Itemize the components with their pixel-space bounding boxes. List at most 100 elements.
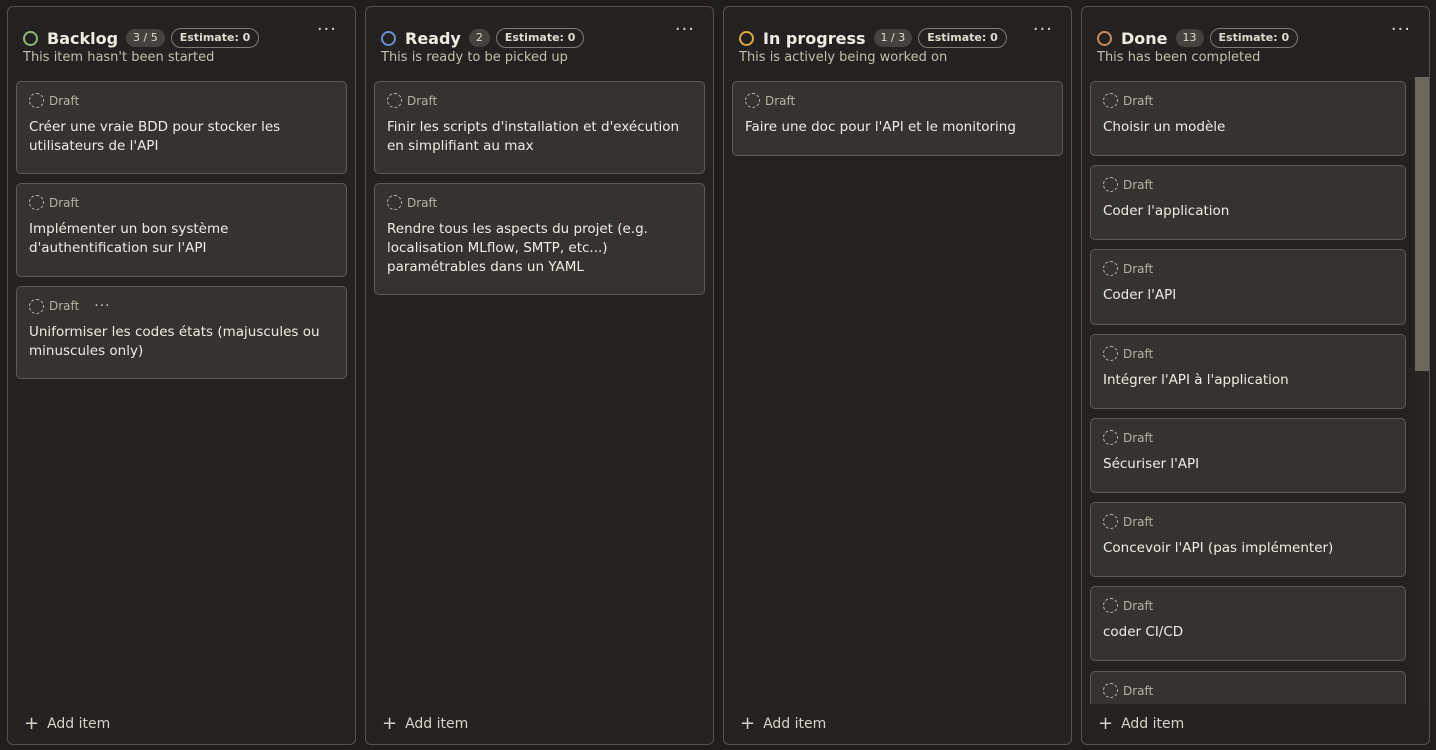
column-header: Backlog 3 / 5 Estimate: 0 [23,26,345,50]
plus-icon: + [382,713,398,734]
draft-label: Draft [1123,598,1154,613]
draft-circle-icon [1103,430,1118,445]
status-circle-icon [23,30,38,46]
card-item[interactable]: Draft [1090,671,1406,704]
draft-circle-icon [29,195,44,210]
status-circle-icon [739,30,754,46]
card-title[interactable]: Coder l'API [1103,286,1393,305]
card-title[interactable]: Implémenter un bon système d'authentific… [29,220,334,258]
draft-label: Draft [1123,683,1154,698]
status-circle-icon [381,30,396,46]
draft-label: Draft [49,195,80,210]
card-title[interactable]: coder CI/CD [1103,623,1393,642]
card-item[interactable]: Draft Intégrer l'API à l'application [1090,334,1406,409]
card-title[interactable]: Sécuriser l'API [1103,455,1393,474]
card-item[interactable]: Draft Faire une doc pour l'API et le mon… [732,81,1063,156]
column-backlog: Backlog 3 / 5 Estimate: 0 ··· This item … [7,6,356,745]
card-item[interactable]: Draft coder CI/CD [1090,586,1406,661]
column-menu-button[interactable]: ··· [317,19,337,40]
add-item-button[interactable]: + Add item [740,713,827,734]
column-title: In progress [763,28,866,48]
draft-circle-icon [1103,514,1118,529]
draft-circle-icon [1103,598,1118,613]
draft-circle-icon [387,195,402,210]
draft-circle-icon [387,93,402,108]
draft-label: Draft [1123,346,1154,361]
draft-label: Draft [1123,430,1154,445]
draft-circle-icon [1103,261,1118,276]
draft-circle-icon [1103,683,1118,698]
column-ready: Ready 2 Estimate: 0 ··· This is ready to… [365,6,714,745]
column-menu-button[interactable]: ··· [1391,19,1411,40]
draft-label: Draft [765,93,796,108]
card-title[interactable]: Coder l'application [1103,202,1393,221]
add-item-button[interactable]: + Add item [24,713,111,734]
plus-icon: + [1098,713,1114,734]
add-item-label: Add item [763,716,827,732]
card-title[interactable]: Finir les scripts d'installation et d'ex… [387,118,692,156]
draft-label: Draft [49,299,80,313]
column-description: This has been completed [1097,50,1261,65]
scrollbar[interactable] [1415,77,1429,704]
card-item[interactable]: Draft Rendre tous les aspects du projet … [374,183,705,295]
add-item-label: Add item [1121,716,1185,732]
card-item[interactable]: Draft Finir les scripts d'installation e… [374,81,705,174]
card-item[interactable]: Draft ··· Uniformiser les codes états (ma… [16,286,347,379]
draft-circle-icon [29,93,44,108]
card-list: Draft Choisir un modèle Draft Coder l'ap… [1090,81,1406,704]
card-list: Draft Finir les scripts d'installation e… [374,81,705,704]
item-count-badge: 2 [468,29,490,47]
draft-label: Draft [1123,93,1154,108]
column-title: Done [1121,28,1168,48]
draft-label: Draft [1123,261,1154,276]
card-title[interactable]: Intégrer l'API à l'application [1103,371,1393,390]
card-title[interactable]: Rendre tous les aspects du projet (e.g. … [387,220,692,277]
draft-label: Draft [407,93,438,108]
card-item[interactable]: Draft Choisir un modèle [1090,81,1406,156]
card-list: Draft Faire une doc pour l'API et le mon… [732,81,1063,704]
item-count-badge: 13 [1175,29,1204,47]
add-item-label: Add item [47,716,111,732]
item-count-badge: 1 / 3 [873,29,913,47]
column-in-progress: In progress 1 / 3 Estimate: 0 ··· This i… [723,6,1072,745]
card-item[interactable]: Draft Implémenter un bon système d'authe… [16,183,347,277]
card-title[interactable]: Uniformiser les codes états (majuscules … [29,323,334,361]
add-item-button[interactable]: + Add item [1098,713,1185,734]
column-header: In progress 1 / 3 Estimate: 0 [739,26,1061,50]
column-header: Done 13 Estimate: 0 [1097,26,1419,50]
card-item[interactable]: Draft Coder l'application [1090,165,1406,240]
add-item-label: Add item [405,716,469,732]
scrollbar-thumb[interactable] [1415,77,1429,371]
plus-icon: + [24,713,40,734]
add-item-button[interactable]: + Add item [382,713,469,734]
draft-circle-icon [29,298,44,314]
column-menu-button[interactable]: ··· [1033,19,1053,40]
column-description: This is ready to be picked up [381,50,568,65]
column-title: Ready [405,28,461,48]
estimate-badge: Estimate: 0 [1209,28,1299,48]
draft-circle-icon [1103,177,1118,192]
card-title[interactable]: Concevoir l'API (pas implémenter) [1103,539,1393,558]
column-done: Done 13 Estimate: 0 ··· This has been co… [1081,6,1430,745]
item-count-badge: 3 / 5 [126,29,165,47]
column-title: Backlog [47,28,119,48]
card-item[interactable]: Draft Coder l'API [1090,249,1406,325]
estimate-badge: Estimate: 0 [918,28,1007,48]
column-menu-button[interactable]: ··· [675,19,695,40]
card-menu-button[interactable]: ··· [94,298,110,314]
estimate-badge: Estimate: 0 [170,28,260,48]
draft-label: Draft [1123,177,1154,192]
draft-circle-icon [745,93,760,108]
card-item[interactable]: Draft Concevoir l'API (pas implémenter) [1090,502,1406,577]
card-item[interactable]: Draft Sécuriser l'API [1090,418,1406,493]
card-item[interactable]: Draft Créer une vraie BDD pour stocker l… [16,81,347,174]
draft-circle-icon [1103,346,1118,361]
card-title[interactable]: Créer une vraie BDD pour stocker les uti… [29,118,334,156]
column-header: Ready 2 Estimate: 0 [381,26,703,50]
card-title[interactable]: Choisir un modèle [1103,118,1393,137]
plus-icon: + [740,713,756,734]
estimate-badge: Estimate: 0 [495,28,585,48]
card-title[interactable]: Faire une doc pour l'API et le monitorin… [745,118,1050,137]
draft-label: Draft [407,195,438,210]
draft-circle-icon [1103,93,1118,108]
